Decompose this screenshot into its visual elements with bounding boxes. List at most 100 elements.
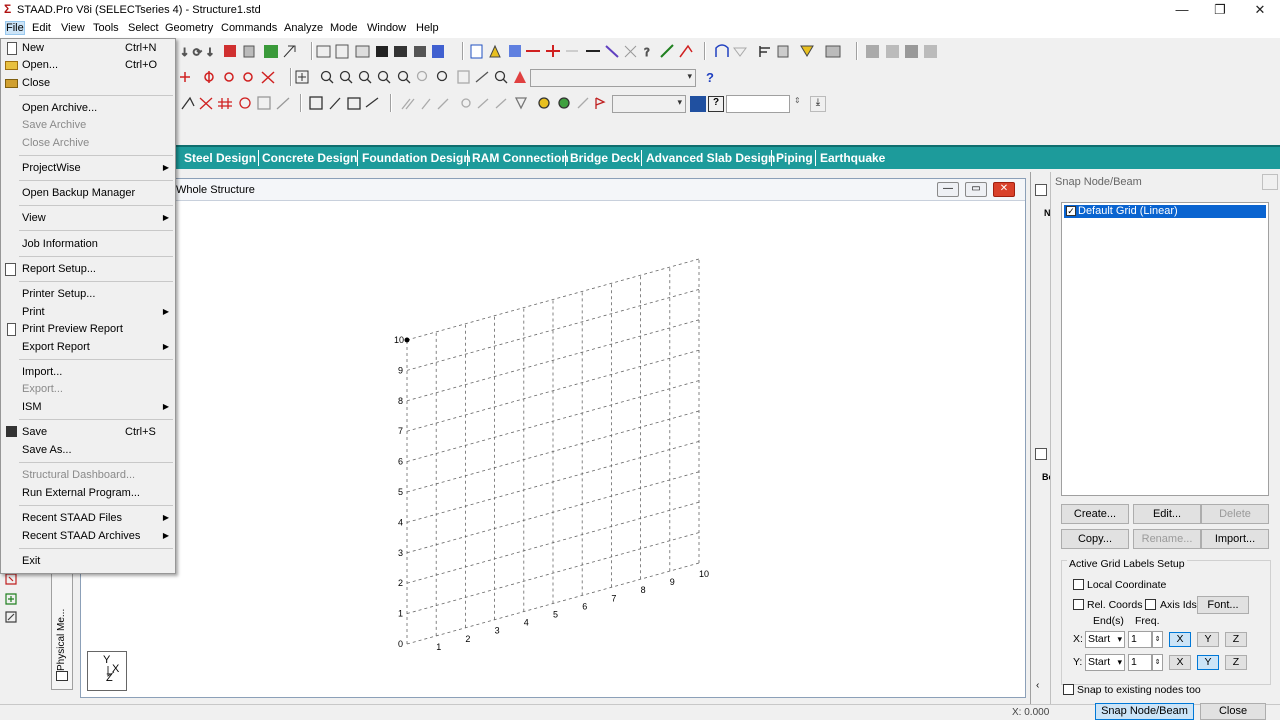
- file-menu-dropdown: New Ctrl+N Open... Ctrl+O Close Open Arc…: [0, 38, 176, 574]
- snap-panel-close-box[interactable]: [1262, 174, 1278, 190]
- value-input[interactable]: [726, 95, 790, 113]
- spinner-icon[interactable]: ⇕: [794, 96, 810, 112]
- help-icon[interactable]: ?: [708, 96, 724, 112]
- tab-divider: [771, 150, 772, 166]
- local-coordinate-checkbox[interactable]: [1073, 579, 1084, 590]
- menu-item-print[interactable]: Print ▶: [1, 304, 175, 321]
- menu-item-close-archive[interactable]: Close Archive: [1, 135, 175, 152]
- restore-button[interactable]: ❐: [1200, 0, 1240, 20]
- menu-item-open[interactable]: Open... Ctrl+O: [1, 57, 175, 74]
- whole-structure-viewport[interactable]: Whole Structure — ▭ ✕ 0 1 2 3 4 5 6 7 8 9 10 1 2 3 4 5 6…: [80, 178, 1026, 698]
- grid-label-y: 10: [394, 335, 404, 345]
- x-axis-y-button[interactable]: Y: [1197, 632, 1219, 647]
- x-freq-spinner[interactable]: ⇕: [1152, 631, 1163, 648]
- menu-analyze[interactable]: Analyze: [284, 22, 323, 34]
- menu-item-projectwise[interactable]: ProjectWise ▶: [1, 160, 175, 177]
- menu-help[interactable]: Help: [416, 22, 439, 34]
- menu-item-printer-setup[interactable]: Printer Setup...: [1, 286, 175, 303]
- menu-item-save[interactable]: Save Ctrl+S: [1, 424, 175, 441]
- menu-item-open-archive[interactable]: Open Archive...: [1, 100, 175, 117]
- menu-file[interactable]: File: [5, 21, 25, 35]
- menu-item-run-external-program[interactable]: Run External Program...: [1, 485, 175, 502]
- menu-commands[interactable]: Commands: [221, 22, 277, 34]
- menu-geometry[interactable]: Geometry: [165, 22, 213, 34]
- y-freq-spinner[interactable]: ⇕: [1152, 654, 1163, 671]
- tab-piping[interactable]: Piping: [776, 151, 813, 165]
- create-grid-button[interactable]: Create...: [1061, 504, 1129, 524]
- view-combo[interactable]: ▾: [530, 69, 696, 87]
- menu-item-exit[interactable]: Exit: [1, 553, 175, 570]
- physical-model-tab[interactable]: Physical Me...: [51, 560, 73, 690]
- menu-item-close[interactable]: Close: [1, 75, 175, 92]
- menu-item-label: Export Report: [22, 341, 90, 353]
- tab-foundation-design[interactable]: Foundation Design: [362, 151, 471, 165]
- menu-item-job-information[interactable]: Job Information: [1, 236, 175, 253]
- y-axis-x-button[interactable]: X: [1169, 655, 1191, 670]
- download-icon[interactable]: ⤓: [810, 96, 826, 112]
- x-freq-input[interactable]: 1: [1128, 631, 1152, 648]
- axis-ids-checkbox[interactable]: [1145, 599, 1156, 610]
- chevron-down-icon: ▾: [1117, 657, 1122, 667]
- menu-item-report-setup[interactable]: Report Setup...: [1, 261, 175, 278]
- menu-item-save-archive[interactable]: Save Archive: [1, 117, 175, 134]
- grid-list-item[interactable]: ✓ Default Grid (Linear): [1064, 205, 1266, 218]
- tab-concrete-design[interactable]: Concrete Design: [262, 151, 357, 165]
- grid-label-x: 5: [553, 610, 558, 620]
- menu-item-new[interactable]: New Ctrl+N: [1, 40, 175, 57]
- menu-item-shortcut: Ctrl+S: [125, 426, 156, 438]
- help-icon[interactable]: ?: [706, 70, 722, 86]
- tab-advanced-slab-design[interactable]: Advanced Slab Design: [646, 151, 775, 165]
- y-axis-z-button[interactable]: Z: [1225, 655, 1247, 670]
- y-axis-y-button[interactable]: Y: [1197, 655, 1219, 670]
- menu-item-export-report[interactable]: Export Report ▶: [1, 339, 175, 356]
- font-button[interactable]: Font...: [1197, 596, 1249, 614]
- tab-ram-connection[interactable]: RAM Connection: [472, 151, 569, 165]
- menu-edit[interactable]: Edit: [32, 22, 51, 34]
- tab-steel-design[interactable]: Steel Design: [184, 151, 256, 165]
- grid-item-label: Default Grid (Linear): [1078, 205, 1178, 217]
- tab-divider: [815, 150, 816, 166]
- menu-item-open-backup-manager[interactable]: Open Backup Manager: [1, 185, 175, 202]
- menu-view[interactable]: View: [61, 22, 85, 34]
- y-freq-input[interactable]: 1: [1128, 654, 1152, 671]
- import-grid-button[interactable]: Import...: [1201, 529, 1269, 549]
- menu-item-print-preview-report[interactable]: Print Preview Report: [1, 321, 175, 338]
- menu-item-view[interactable]: View ▶: [1, 210, 175, 227]
- menu-item-recent-staad-archives[interactable]: Recent STAAD Archives ▶: [1, 528, 175, 545]
- edit-grid-button[interactable]: Edit...: [1133, 504, 1201, 524]
- scroll-left-icon[interactable]: ‹: [1036, 680, 1039, 691]
- display-icon[interactable]: [690, 96, 706, 112]
- grid-list[interactable]: ✓ Default Grid (Linear): [1061, 202, 1269, 496]
- x-end-select[interactable]: Start ▾: [1085, 631, 1125, 648]
- rename-grid-button[interactable]: Rename...: [1133, 529, 1201, 549]
- menu-item-import[interactable]: Import...: [1, 364, 175, 381]
- menu-mode[interactable]: Mode: [330, 22, 358, 34]
- menu-item-recent-staad-files[interactable]: Recent STAAD Files ▶: [1, 510, 175, 527]
- beam-table-icon[interactable]: [1035, 448, 1047, 460]
- grid-item-checkbox[interactable]: ✓: [1066, 206, 1076, 216]
- rel-coords-checkbox[interactable]: [1073, 599, 1084, 610]
- close-window-button[interactable]: ✕: [1240, 0, 1280, 20]
- copy-grid-button[interactable]: Copy...: [1061, 529, 1129, 549]
- menu-window[interactable]: Window: [367, 22, 406, 34]
- delete-grid-button[interactable]: Delete: [1201, 504, 1269, 524]
- y-end-select[interactable]: Start ▾: [1085, 654, 1125, 671]
- toolbar-separator: [704, 42, 706, 60]
- menu-item-export[interactable]: Export...: [1, 381, 175, 398]
- snap-node-beam-button[interactable]: Snap Node/Beam: [1095, 703, 1194, 720]
- tab-earthquake[interactable]: Earthquake: [820, 151, 885, 165]
- load-case-combo[interactable]: ▾: [612, 95, 686, 113]
- menu-separator: [19, 230, 173, 231]
- x-axis-z-button[interactable]: Z: [1225, 632, 1247, 647]
- close-panel-button[interactable]: Close: [1200, 703, 1266, 720]
- node-table-icon[interactable]: [1035, 184, 1047, 196]
- tab-bridge-deck[interactable]: Bridge Deck: [570, 151, 640, 165]
- menu-tools[interactable]: Tools: [93, 22, 119, 34]
- snap-existing-nodes-checkbox[interactable]: [1063, 684, 1074, 695]
- menu-select[interactable]: Select: [128, 22, 159, 34]
- menu-item-ism[interactable]: ISM ▶: [1, 399, 175, 416]
- menu-item-save-as[interactable]: Save As...: [1, 442, 175, 459]
- menu-item-structural-dashboard[interactable]: Structural Dashboard...: [1, 467, 175, 484]
- minimize-button[interactable]: —: [1162, 0, 1202, 20]
- x-axis-x-button[interactable]: X: [1169, 632, 1191, 647]
